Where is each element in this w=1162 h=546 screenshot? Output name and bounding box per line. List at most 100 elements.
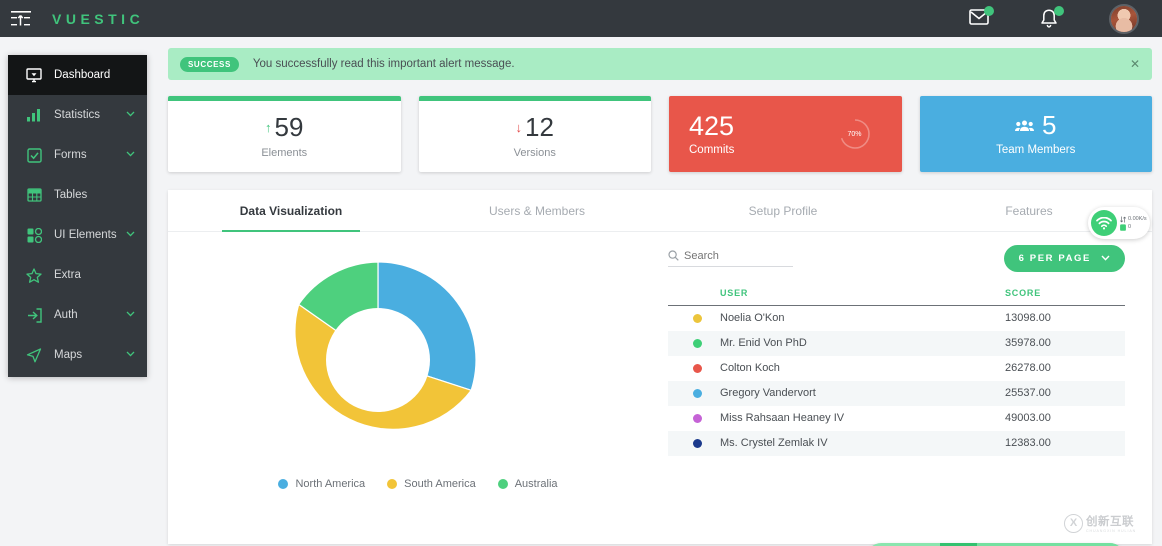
- column-dot: [668, 288, 720, 306]
- monitor-icon: [26, 67, 42, 83]
- close-icon[interactable]: ✕: [1130, 58, 1140, 70]
- watermark-text: 创新互联 CHUANGXIN HULIAN: [1086, 513, 1136, 533]
- table-row[interactable]: Mr. Enid Von PhD 35978.00: [668, 331, 1125, 356]
- chevron-down-icon[interactable]: [126, 311, 135, 320]
- navigation-icon: [26, 347, 42, 363]
- stat-cards: ↑ 59 Elements ↓ 12 Versions: [168, 96, 1152, 172]
- stat-card-elements[interactable]: ↑ 59 Elements: [168, 96, 401, 172]
- top-navbar: VUESTIC: [0, 0, 1162, 37]
- progress-label: 70%: [838, 117, 872, 151]
- legend-item[interactable]: North America: [278, 478, 365, 490]
- table-row[interactable]: Noelia O'Kon 13098.00: [668, 306, 1125, 331]
- sidebar-item-dashboard[interactable]: Dashboard: [8, 55, 147, 95]
- sidebar-item-label: Maps: [54, 349, 126, 361]
- brand-logo[interactable]: VUESTIC: [52, 11, 144, 27]
- network-stats: 0.00K/s 0: [1120, 216, 1147, 231]
- row-color-cell: [668, 356, 720, 381]
- sidebar-item-label: Forms: [54, 149, 126, 161]
- search-input[interactable]: [684, 250, 784, 262]
- table-toolbar: 6 PER PAGE: [668, 238, 1125, 278]
- cell-score: 25537.00: [1005, 381, 1125, 406]
- sidebar-item-extra[interactable]: Extra: [8, 255, 147, 295]
- network-speed-value: 0.00K/s: [1128, 216, 1147, 222]
- cell-user: Gregory Vandervort: [720, 381, 1005, 406]
- stat-card-team-members[interactable]: 5 Team Members: [920, 96, 1153, 172]
- sidebar-item-label: UI Elements: [54, 229, 126, 241]
- table-row[interactable]: Colton Koch 26278.00: [668, 356, 1125, 381]
- stat-value: 425: [689, 112, 734, 142]
- stat-label: Elements: [261, 147, 307, 159]
- chevron-down-icon[interactable]: [126, 351, 135, 360]
- trend-up-icon: ↑: [265, 121, 272, 134]
- status-dot: [693, 389, 702, 398]
- tab-bar: Data Visualization Users & Members Setup…: [168, 190, 1152, 232]
- donut-chart-section: North America South America Australia: [168, 238, 668, 544]
- network-speed-row: 0.00K/s: [1120, 216, 1147, 223]
- stat-card-versions[interactable]: ↓ 12 Versions: [419, 96, 652, 172]
- stat-card-commits[interactable]: 425 Commits 70%: [669, 96, 902, 172]
- network-count-row: 0: [1120, 224, 1147, 231]
- cell-score: 13098.00: [1005, 306, 1125, 331]
- avatar[interactable]: [1109, 4, 1139, 34]
- donut-chart[interactable]: [272, 254, 484, 471]
- chevron-down-icon[interactable]: [126, 231, 135, 240]
- topbar-actions: [969, 4, 1139, 34]
- legend-label: South America: [404, 478, 476, 490]
- chevron-down-icon[interactable]: [126, 111, 135, 120]
- watermark-mark: X: [1064, 514, 1083, 533]
- table-row[interactable]: Miss Rahsaan Heaney IV 49003.00: [668, 406, 1125, 431]
- table-row[interactable]: Gregory Vandervort 25537.00: [668, 381, 1125, 406]
- legend-swatch: [278, 479, 288, 489]
- status-dot: [693, 439, 702, 448]
- chevron-down-icon[interactable]: [126, 151, 135, 160]
- stat-value: 5: [1042, 112, 1056, 138]
- wifi-icon: [1091, 210, 1117, 236]
- sidebar-item-label: Auth: [54, 309, 126, 321]
- row-color-cell: [668, 381, 720, 406]
- cell-score: 26278.00: [1005, 356, 1125, 381]
- legend-label: North America: [295, 478, 365, 490]
- tab-data-visualization[interactable]: Data Visualization: [168, 190, 414, 231]
- bell-icon[interactable]: [1039, 8, 1061, 30]
- watermark-logo: X 创新互联 CHUANGXIN HULIAN: [1064, 508, 1156, 538]
- login-arrow-icon: [26, 307, 42, 323]
- search-box[interactable]: [668, 250, 793, 267]
- table-row[interactable]: Ms. Crystel Zemlak IV 12383.00: [668, 431, 1125, 456]
- sidebar-item-forms[interactable]: Forms: [8, 135, 147, 175]
- network-speed-widget[interactable]: 0.00K/s 0: [1088, 207, 1150, 239]
- avatar-image: [1111, 6, 1137, 32]
- bar-chart-icon: [26, 107, 42, 123]
- progress-ring: 70%: [838, 117, 872, 151]
- upload-download-icon: [1120, 216, 1126, 223]
- row-color-cell: [668, 306, 720, 331]
- envelope-icon[interactable]: [969, 8, 991, 30]
- sidebar-item-maps[interactable]: Maps: [8, 335, 147, 375]
- legend-item[interactable]: Australia: [498, 478, 558, 490]
- stat-label: Versions: [514, 147, 556, 159]
- trend-down-icon: ↓: [516, 121, 523, 134]
- hamburger-icon[interactable]: [10, 9, 32, 29]
- status-dot: [693, 364, 702, 373]
- tab-users-members[interactable]: Users & Members: [414, 190, 660, 231]
- sidebar: Dashboard Statistics For: [8, 55, 147, 377]
- column-user[interactable]: USER: [720, 288, 1005, 306]
- table-body: Noelia O'Kon 13098.00 Mr. Enid Von PhD 3…: [668, 306, 1125, 456]
- sidebar-item-auth[interactable]: Auth: [8, 295, 147, 335]
- legend-item[interactable]: South America: [387, 478, 476, 490]
- tab-setup-profile[interactable]: Setup Profile: [660, 190, 906, 231]
- chart-legend: North America South America Australia: [168, 478, 668, 490]
- sidebar-item-tables[interactable]: Tables: [8, 175, 147, 215]
- sidebar-item-label: Extra: [54, 269, 147, 281]
- legend-swatch: [387, 479, 397, 489]
- watermark-chinese: 创新互联: [1086, 513, 1136, 529]
- sidebar-item-label: Dashboard: [54, 69, 147, 81]
- status-badge: SUCCESS: [180, 57, 239, 72]
- table-head: USER SCORE: [668, 288, 1125, 306]
- row-color-cell: [668, 431, 720, 456]
- sidebar-item-ui-elements[interactable]: UI Elements: [8, 215, 147, 255]
- sidebar-item-statistics[interactable]: Statistics: [8, 95, 147, 135]
- bell-badge: [1054, 6, 1064, 16]
- per-page-dropdown[interactable]: 6 PER PAGE: [1004, 245, 1125, 272]
- column-score[interactable]: SCORE: [1005, 288, 1125, 306]
- device-icon: [1120, 224, 1126, 231]
